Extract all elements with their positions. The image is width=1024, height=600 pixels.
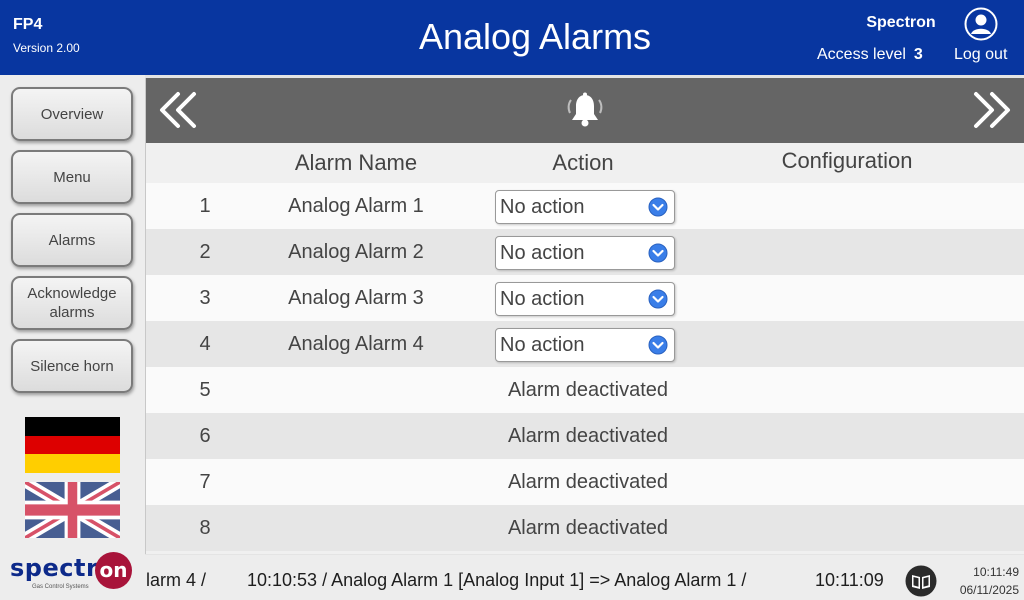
row-number: 1 bbox=[199, 195, 211, 217]
logout-link[interactable]: Log out bbox=[954, 46, 1007, 64]
alarm-status: Alarm deactivated bbox=[507, 425, 669, 447]
ticker-entry: larm 4 / bbox=[146, 570, 207, 590]
table-row: 2 Analog Alarm 2 No action bbox=[146, 229, 1024, 275]
ticker-entry: 10:10:53 / Analog Alarm 1 [Analog Input … bbox=[247, 570, 747, 590]
alarm-name: Analog Alarm 2 bbox=[288, 241, 424, 263]
silence-horn-button[interactable]: Silence horn bbox=[11, 339, 133, 393]
action-dropdown[interactable]: No action bbox=[495, 190, 675, 224]
chevron-down-circle-icon bbox=[648, 335, 668, 355]
alarm-status: Alarm deactivated bbox=[507, 517, 669, 539]
col-header-action: Action bbox=[552, 150, 614, 175]
row-number: 7 bbox=[199, 471, 211, 493]
double-chevron-left-icon[interactable] bbox=[156, 91, 200, 129]
navigation-bar bbox=[146, 78, 1024, 143]
ticker-entry: 10:11:09 / bbox=[815, 570, 888, 590]
action-dropdown-value: No action bbox=[500, 334, 585, 356]
action-dropdown[interactable]: No action bbox=[495, 282, 675, 316]
col-header-alarm-name: Alarm Name bbox=[294, 150, 418, 175]
row-number: 3 bbox=[199, 287, 211, 309]
menu-button[interactable]: Menu bbox=[11, 150, 133, 204]
chevron-down-circle-icon bbox=[648, 289, 668, 309]
table-row: 3 Analog Alarm 3 No action bbox=[146, 275, 1024, 321]
table-row: 4 Analog Alarm 4 No action bbox=[146, 321, 1024, 367]
access-level-value: 3 bbox=[913, 46, 923, 63]
clock-date: 06/11/2025 bbox=[959, 583, 1019, 597]
alarm-name: Analog Alarm 1 bbox=[288, 195, 424, 217]
logo-tagline: Gas Control Systems bbox=[32, 584, 89, 590]
alarm-panel: Alarm Name Action Configuration 1 Analog… bbox=[145, 78, 1024, 554]
spectron-logo: spectr on Gas Control Systems bbox=[10, 551, 135, 593]
chevron-down-circle-icon bbox=[648, 197, 668, 217]
table-row: 5 Alarm deactivated bbox=[146, 367, 1024, 413]
table-row: 6 Alarm deactivated bbox=[146, 413, 1024, 459]
table-row: 8 Alarm deactivated bbox=[146, 505, 1024, 551]
action-dropdown[interactable]: No action bbox=[495, 328, 675, 362]
row-number: 4 bbox=[199, 333, 211, 355]
chevron-down-circle-icon bbox=[648, 243, 668, 263]
table-row: 1 Analog Alarm 1 No action bbox=[146, 183, 1024, 229]
alarm-status: Alarm deactivated bbox=[507, 379, 669, 401]
double-chevron-right-icon[interactable] bbox=[970, 91, 1014, 129]
action-dropdown-value: No action bbox=[500, 242, 585, 264]
acknowledge-alarms-button[interactable]: Acknowledge alarms bbox=[11, 276, 133, 330]
book-icon[interactable] bbox=[905, 565, 937, 597]
alarm-name: Analog Alarm 3 bbox=[288, 287, 424, 309]
overview-button[interactable]: Overview bbox=[11, 87, 133, 141]
german-flag[interactable] bbox=[25, 417, 120, 473]
row-number: 8 bbox=[199, 517, 211, 539]
uk-flag[interactable] bbox=[25, 482, 120, 538]
access-level-label: Access level bbox=[817, 46, 906, 63]
action-dropdown-value: No action bbox=[500, 288, 585, 310]
action-dropdown-value: No action bbox=[500, 196, 585, 218]
access-level: Access level 3 bbox=[817, 46, 923, 64]
col-header-configuration: Configuration bbox=[781, 148, 913, 173]
clock-time: 10:11:49 bbox=[973, 565, 1019, 579]
row-number: 5 bbox=[199, 379, 211, 401]
bell-icon bbox=[567, 92, 603, 127]
action-dropdown[interactable]: No action bbox=[495, 236, 675, 270]
alarms-button[interactable]: Alarms bbox=[11, 213, 133, 267]
alarm-status: Alarm deactivated bbox=[507, 471, 669, 493]
row-number: 6 bbox=[199, 425, 211, 447]
row-number: 2 bbox=[199, 241, 211, 263]
alarm-name: Analog Alarm 4 bbox=[288, 333, 424, 355]
alarm-ticker: larm 4 / 10:10:53 / Analog Alarm 1 [Anal… bbox=[146, 568, 888, 592]
header-bar: FP4 Version 2.00 Analog Alarms Spectron … bbox=[0, 0, 1024, 75]
table-row: 7 Alarm deactivated bbox=[146, 459, 1024, 505]
user-icon[interactable] bbox=[964, 7, 998, 41]
company-name: Spectron bbox=[866, 14, 936, 31]
